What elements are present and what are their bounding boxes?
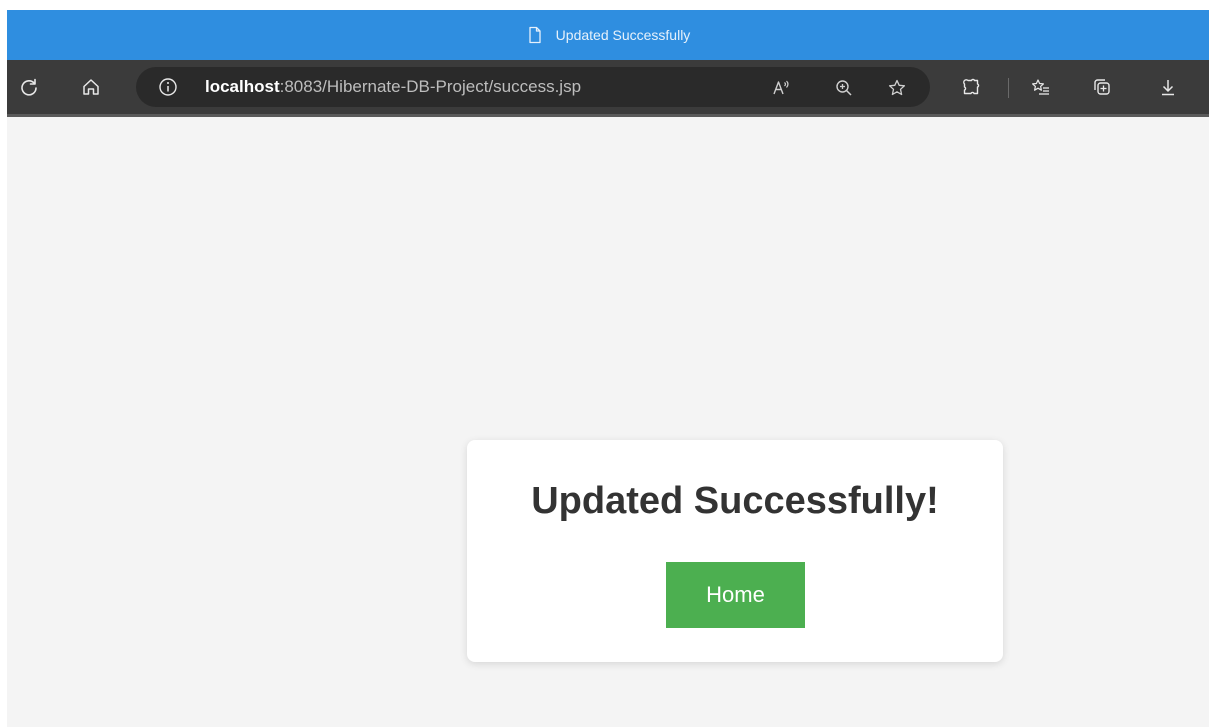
favorites-icon[interactable] <box>1027 73 1055 101</box>
address-bar[interactable]: localhost:8083/Hibernate-DB-Project/succ… <box>136 67 930 107</box>
favorite-star-icon[interactable] <box>885 76 909 100</box>
download-icon[interactable] <box>1154 73 1182 101</box>
collections-icon[interactable] <box>1088 73 1116 101</box>
url-host: localhost <box>205 77 280 96</box>
success-card: Updated Successfully! Home <box>467 440 1003 662</box>
url-path: :8083/Hibernate-DB-Project/success.jsp <box>279 77 582 96</box>
zoom-icon[interactable] <box>832 76 856 100</box>
refresh-icon[interactable] <box>15 73 43 101</box>
document-icon <box>526 26 544 44</box>
browser-window: Updated Successfully localhost:8083/Hibe… <box>7 10 1209 727</box>
read-aloud-icon[interactable] <box>769 76 793 100</box>
browser-toolbar: localhost:8083/Hibernate-DB-Project/succ… <box>7 60 1209 117</box>
success-heading: Updated Successfully! <box>531 480 939 522</box>
extensions-icon[interactable] <box>957 73 985 101</box>
toolbar-separator <box>1008 78 1009 98</box>
home-button[interactable]: Home <box>666 562 805 628</box>
url-text[interactable]: localhost:8083/Hibernate-DB-Project/succ… <box>205 77 581 97</box>
info-icon[interactable] <box>158 77 178 97</box>
title-bar: Updated Successfully <box>7 10 1209 60</box>
window-title: Updated Successfully <box>555 27 691 43</box>
home-icon[interactable] <box>77 73 105 101</box>
